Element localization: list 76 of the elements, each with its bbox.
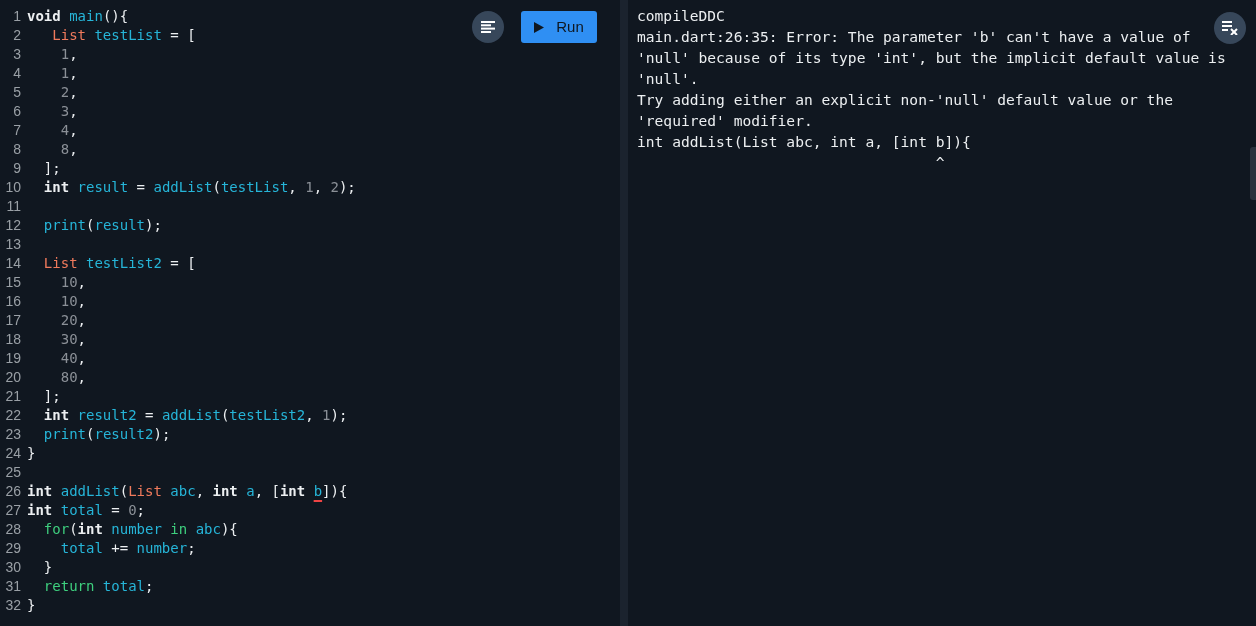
line-number: 23	[4, 425, 22, 444]
line-number: 29	[4, 539, 22, 558]
play-icon	[534, 21, 545, 33]
line-number: 9	[12, 159, 22, 178]
line-number: 31	[4, 577, 22, 596]
line-number: 20	[4, 368, 22, 387]
console-line: compileDDC	[637, 6, 725, 26]
line-number: 1	[12, 7, 22, 26]
code-line: int total = 0;	[27, 501, 146, 520]
code-line: }	[27, 596, 36, 615]
code-line: 3,	[59, 102, 78, 121]
line-number: 4	[12, 64, 22, 83]
console-line: 'null' because of its type 'int', but the implicit default value is	[637, 48, 1226, 68]
line-number: 10	[4, 178, 22, 197]
line-number: 7	[12, 121, 22, 140]
line-number: 27	[4, 501, 22, 520]
code-line: int result = addList(testList, 1, 2);	[42, 178, 356, 197]
code-line: List testList2 = [	[42, 254, 196, 273]
line-number: 17	[4, 311, 22, 330]
code-line: ];	[42, 387, 61, 406]
line-number: 26	[4, 482, 22, 501]
line-number: 28	[4, 520, 22, 539]
clear-list-icon	[1222, 21, 1238, 35]
code-line: total += number;	[59, 539, 196, 558]
code-line: }	[42, 558, 53, 577]
console-line: 'null'.	[637, 69, 699, 89]
clear-console-button[interactable]	[1214, 12, 1246, 44]
line-number: 13	[4, 235, 22, 254]
code-line: 40,	[59, 349, 86, 368]
code-line: 1,	[59, 64, 78, 83]
format-button[interactable]	[472, 11, 504, 43]
code-line: print(result2);	[42, 425, 171, 444]
line-number: 5	[12, 83, 22, 102]
line-number: 21	[4, 387, 22, 406]
line-number: 22	[4, 406, 22, 425]
code-line: int result2 = addList(testList2, 1);	[42, 406, 348, 425]
side-handle[interactable]	[1250, 147, 1256, 200]
code-line: return total;	[42, 577, 154, 596]
code-line: ];	[42, 159, 61, 178]
line-number: 32	[4, 596, 22, 615]
line-number: 12	[4, 216, 22, 235]
console-line: ^	[934, 153, 945, 173]
code-line: 80,	[59, 368, 86, 387]
run-button[interactable]: Run	[521, 11, 597, 43]
line-number: 2	[12, 26, 22, 45]
line-number: 24	[4, 444, 22, 463]
line-number: 3	[12, 45, 22, 64]
console-line: int addList(List abc, int a, [int b]){	[637, 132, 971, 152]
code-line: void main(){	[27, 7, 129, 26]
code-line: }	[27, 444, 36, 463]
code-line: 30,	[59, 330, 86, 349]
code-line: 2,	[59, 83, 78, 102]
line-number: 8	[12, 140, 22, 159]
line-number: 16	[4, 292, 22, 311]
code-line: int addList(List abc, int a, [int b]){	[27, 482, 348, 501]
line-number: 30	[4, 558, 22, 577]
code-line: 8,	[59, 140, 78, 159]
line-number: 6	[12, 102, 22, 121]
code-line: for(int number in abc){	[42, 520, 238, 539]
code-line: 20,	[59, 311, 86, 330]
code-line: 4,	[59, 121, 78, 140]
console-line: Try adding either an explicit non-'null' default value or the	[637, 90, 1173, 110]
line-number: 15	[4, 273, 22, 292]
line-number: 14	[4, 254, 22, 273]
code-line: 10,	[59, 292, 86, 311]
line-number: 25	[4, 463, 22, 482]
line-number: 19	[4, 349, 22, 368]
code-line: 1,	[59, 45, 78, 64]
line-number: 18	[4, 330, 22, 349]
code-line: 10,	[59, 273, 86, 292]
code-line: List testList = [	[51, 26, 196, 45]
console-line: main.dart:26:35: Error: The parameter 'b' can't have a value of	[637, 27, 1191, 47]
line-number: 11	[5, 197, 22, 216]
align-lines-icon	[481, 21, 495, 33]
console-line: 'required' modifier.	[637, 111, 813, 131]
code-line: print(result);	[42, 216, 162, 235]
